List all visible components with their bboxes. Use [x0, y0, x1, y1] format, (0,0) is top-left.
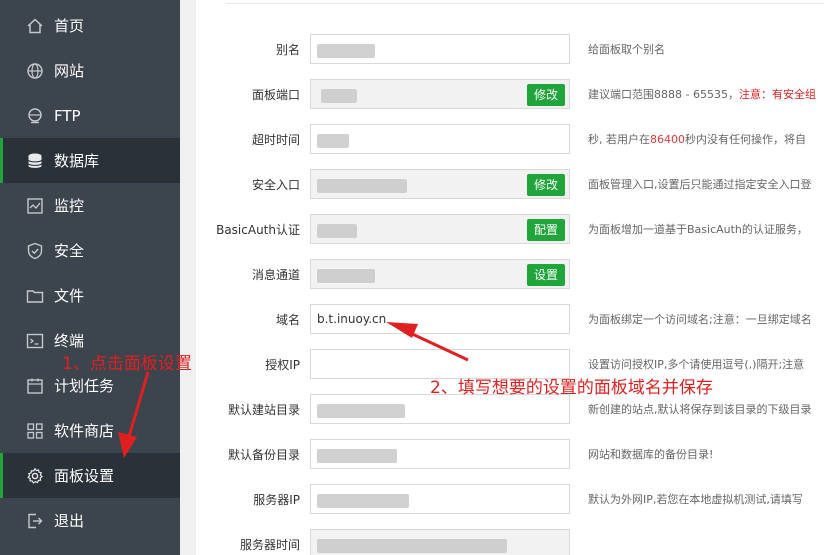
form-row-basicauth: BasicAuth认证 配置 为面板增加一道基于BasicAuth的认证服务，: [196, 214, 824, 244]
basicauth-input[interactable]: 配置: [310, 214, 570, 244]
sidebar-item-label: 网站: [54, 62, 85, 80]
field-label: 消息通道: [251, 268, 300, 282]
form-row-notify-channel: 消息通道 设置: [196, 259, 824, 289]
sidebar-item-label: 软件商店: [54, 422, 115, 440]
sidebar-item-logout[interactable]: 退出: [0, 498, 180, 543]
set-notify-channel-button[interactable]: 设置: [526, 264, 565, 286]
calendar-icon: [27, 378, 43, 394]
alias-input[interactable]: [310, 34, 570, 64]
sidebar-item-label: 退出: [54, 512, 85, 530]
sidebar-item-security[interactable]: 安全: [0, 228, 180, 273]
form-row-port: 面板端口 修改 建议端口范围8888 - 65535，注意：有安全组: [196, 79, 824, 109]
form-row-backup-dir: 默认备份目录 网站和数据库的备份目录!: [196, 439, 824, 469]
folder-icon: [26, 290, 44, 303]
field-label: 域名: [275, 313, 300, 327]
field-help: 秒, 若用户在86400秒内没有任何操作，将自: [588, 131, 806, 147]
monitor-icon: [27, 198, 43, 214]
backup-dir-input[interactable]: [310, 439, 570, 469]
apps-icon: [27, 423, 43, 439]
shield-icon: [27, 242, 43, 260]
sidebar-item-label: 计划任务: [54, 377, 115, 395]
gear-icon: [27, 467, 43, 484]
form-row-server-ip: 服务器IP 默认为外网IP,若您在本地虚拟机测试,请填写: [196, 484, 824, 514]
annotation-step-2: 2、填写想要的设置的面板域名并保存: [430, 378, 713, 398]
field-label: 默认建站目录: [227, 403, 300, 417]
field-help: 新创建的站点,默认将保存到该目录的下级目录: [588, 403, 812, 416]
terminal-icon: [26, 333, 44, 349]
field-help: 网站和数据库的备份目录!: [588, 448, 714, 461]
field-label: 安全入口: [251, 178, 300, 192]
ftp-icon: [28, 108, 42, 124]
sidebar-item-files[interactable]: 文件: [0, 273, 180, 318]
sidebar-item-websites[interactable]: 网站: [0, 48, 180, 93]
field-label: 默认备份目录: [227, 448, 300, 462]
form-row-domain: 域名 为面板绑定一个访问域名;注意：一旦绑定域名: [196, 304, 824, 334]
form-row-alias: 别名 给面板取个别名: [196, 34, 824, 64]
port-input[interactable]: 修改: [310, 79, 570, 109]
sidebar-item-monitor[interactable]: 监控: [0, 183, 180, 228]
app-root: 首页 网站 FTP 数据库 监控 安全 文件 终端 计划任务 软件商店 面板设置…: [0, 0, 824, 555]
sidebar-item-home[interactable]: 首页: [0, 3, 180, 48]
notify-channel-input[interactable]: 设置: [310, 259, 570, 289]
sidebar-item-label: 监控: [54, 197, 85, 215]
field-help: 给面板取个别名: [588, 43, 665, 56]
field-label: 服务器IP: [253, 493, 300, 507]
sidebar-item-panel-settings[interactable]: 面板设置: [0, 453, 180, 498]
field-help: 为面板增加一道基于BasicAuth的认证服务，: [588, 223, 808, 236]
field-label: 别名: [275, 43, 300, 57]
globe-icon: [27, 63, 43, 79]
domain-input[interactable]: [310, 304, 570, 334]
sidebar-item-label: 终端: [54, 332, 85, 350]
security-entry-input[interactable]: 修改: [310, 169, 570, 199]
field-help: 默认为外网IP,若您在本地虚拟机测试,请填写: [588, 493, 803, 506]
sidebar-item-label: 文件: [54, 287, 85, 305]
field-help: 面板管理入口,设置后只能通过指定安全入口登: [588, 178, 812, 191]
sidebar-item-label: 安全: [54, 242, 85, 260]
panel-settings-form: 别名 给面板取个别名 面板端口 修改 建议端口范围8888 - 65535，注意…: [196, 0, 824, 555]
timeout-help-pre: 秒, 若用户在: [588, 133, 650, 146]
server-ip-input[interactable]: [310, 484, 570, 514]
field-label: 授权IP: [265, 358, 300, 372]
field-label: 面板端口: [251, 88, 300, 102]
configure-basicauth-button[interactable]: 配置: [526, 219, 565, 241]
database-icon: [28, 153, 42, 168]
form-row-timeout: 超时时间 秒, 若用户在86400秒内没有任何操作，将自: [196, 124, 824, 154]
field-help: 设置访问授权IP,多个请使用逗号(,)隔开;注意: [588, 358, 805, 371]
home-icon: [27, 18, 43, 34]
form-row-site-dir: 默认建站目录 新创建的站点,默认将保存到该目录的下级目录: [196, 394, 824, 424]
edit-port-button[interactable]: 修改: [526, 84, 565, 106]
field-label: 服务器时间: [239, 538, 300, 552]
section-divider: [226, 0, 824, 4]
sidebar-gutter: [180, 0, 196, 555]
sidebar-item-label: FTP: [54, 106, 81, 125]
annotation-step-1: 1、点击面板设置: [62, 354, 192, 374]
form-row-security-entry: 安全入口 修改 面板管理入口,设置后只能通过指定安全入口登: [196, 169, 824, 199]
timeout-help-post: 秒内没有任何操作，将自: [685, 133, 806, 146]
sidebar: 首页 网站 FTP 数据库 监控 安全 文件 终端 计划任务 软件商店 面板设置…: [0, 0, 180, 555]
site-dir-input[interactable]: [310, 394, 570, 424]
field-label: 超时时间: [251, 133, 300, 147]
sidebar-item-database[interactable]: 数据库: [0, 138, 180, 183]
sidebar-item-ftp[interactable]: FTP: [0, 93, 180, 138]
logout-icon: [28, 513, 43, 529]
port-help-text: 建议端口范围8888 - 65535，: [588, 88, 739, 101]
sidebar-item-label: 首页: [54, 17, 85, 35]
field-help: 为面板绑定一个访问域名;注意：一旦绑定域名: [588, 313, 812, 326]
sidebar-item-app-store[interactable]: 软件商店: [0, 408, 180, 453]
timeout-input[interactable]: [310, 124, 570, 154]
sidebar-item-label: 面板设置: [54, 467, 115, 485]
field-help: 建议端口范围8888 - 65535，注意：有安全组: [588, 86, 816, 102]
server-time-input[interactable]: [310, 529, 570, 555]
field-label: BasicAuth认证: [216, 223, 300, 237]
edit-security-entry-button[interactable]: 修改: [526, 174, 565, 196]
sidebar-item-label: 数据库: [54, 152, 100, 170]
form-row-server-time: 服务器时间: [196, 529, 824, 555]
port-help-warning: 注意：有安全组: [738, 88, 816, 101]
timeout-help-seconds: 86400: [650, 133, 685, 146]
